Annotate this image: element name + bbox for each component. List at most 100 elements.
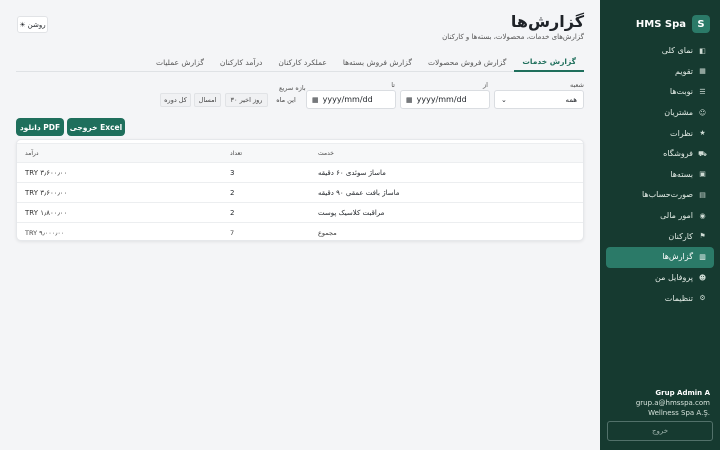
tab-services-report[interactable]: گزارش خدمات <box>514 53 584 72</box>
user-info: Grup Admin A grup.a@hmsspa.com Wellness … <box>608 389 710 417</box>
column-header-count: تعداد <box>222 143 310 163</box>
sidebar-item-label: کارکنان <box>668 231 693 241</box>
cell-service: مراقبت کلاسیک پوست <box>310 202 583 223</box>
from-label: از <box>483 81 488 89</box>
tab-staff-revenue[interactable]: درآمد کارکنان <box>212 53 271 72</box>
to-date-placeholder: yyyy/mm/dd <box>322 95 373 104</box>
table-row: TRY ۱٫۸۰۰٫۰۰ 2 مراقبت کلاسیک پوست <box>17 202 583 223</box>
calendar-icon: ▦ <box>406 95 413 104</box>
download-pdf-button[interactable]: دانلود PDF <box>16 118 64 136</box>
package-icon: ▣ <box>699 170 706 179</box>
branch-select[interactable]: ⌄ همه <box>494 90 584 109</box>
dashboard-icon: ◧ <box>699 46 706 55</box>
tab-operations-report[interactable]: گزارش عملیات <box>148 53 212 72</box>
services-report-table: درآمد تعداد خدمت TRY ۳٫۶۰۰٫۰۰ 3 ماساژ سو… <box>17 143 583 243</box>
logout-button[interactable]: خروج <box>607 421 713 441</box>
total-revenue: TRY ۹٫۰۰۰٫۰۰ <box>25 228 65 237</box>
quick-range-label: بازه سریع <box>279 84 306 92</box>
table-row: TRY ۳٫۶۰۰٫۰۰ 3 ماساژ سوئدی ۶۰ دقیقه <box>17 162 583 183</box>
table-total-row: TRY ۹٫۰۰۰٫۰۰ 7 مجموع <box>17 223 583 243</box>
sidebar-item-label: تنظیمات <box>664 293 693 303</box>
sidebar-item-my-profile[interactable]: ☻ پروفایل من <box>600 268 720 289</box>
export-excel-button[interactable]: خروجی Excel <box>67 118 125 136</box>
from-date-input[interactable]: ▦ yyyy/mm/dd <box>400 90 490 109</box>
sidebar-item-label: نوبت‌ها <box>669 87 693 97</box>
cell-service: ماساژ سوئدی ۶۰ دقیقه <box>310 162 583 183</box>
quick-all-time[interactable]: کل دوره <box>160 93 191 107</box>
sidebar-item-reviews[interactable]: ★ نظرات <box>600 123 720 144</box>
sidebar-item-appointments[interactable]: ☰ نوبت‌ها <box>600 82 720 103</box>
total-label: مجموع <box>318 228 337 237</box>
table-header-row: درآمد تعداد خدمت <box>17 143 583 163</box>
cell-count: 2 <box>222 182 310 203</box>
sidebar-item-label: بسته‌ها <box>670 169 693 179</box>
sidebar-item-label: مشتریان <box>664 108 693 118</box>
tab-product-sales-report[interactable]: گزارش فروش محصولات <box>420 53 514 72</box>
user-company: Wellness Spa A.Ş. <box>648 409 710 417</box>
sidebar-nav: ◧ نمای کلی ▦ تقویم ☰ نوبت‌ها ☺ مشتریان ★ نظرات ⛟ فر… <box>600 41 720 309</box>
sidebar-item-customers[interactable]: ☺ مشتریان <box>600 103 720 124</box>
customers-icon: ☺ <box>698 108 707 117</box>
quick-last-30-days[interactable]: ۳۰ روز اخیر <box>225 93 268 107</box>
sidebar-item-label: پروفایل من <box>655 273 693 283</box>
quick-this-month[interactable]: این ماه <box>271 93 301 107</box>
cell-count: 2 <box>222 202 310 223</box>
cell-revenue: TRY ۳٫۶۰۰٫۰۰ <box>17 182 222 203</box>
user-email: grup.a@hmsspa.com <box>635 399 710 407</box>
sidebar-item-label: فروشگاه <box>663 149 693 159</box>
flag-icon: ⚑ <box>699 232 706 241</box>
table-row: TRY ۳٫۶۰۰٫۰۰ 2 ماساژ بافت عمقی ۹۰ دقیقه <box>17 182 583 203</box>
cart-icon: ⛟ <box>698 149 707 158</box>
report-tabs: گزارش خدمات گزارش فروش محصولات گزارش فرو… <box>16 53 584 72</box>
to-label: تا <box>391 81 395 89</box>
cell-revenue: TRY ۱٫۸۰۰٫۰۰ <box>17 202 222 223</box>
sidebar: S HMS Spa ◧ نمای کلی ▦ تقویم ☰ نوبت‌ها ☺ مشتریا… <box>600 0 720 450</box>
sidebar-item-label: صورت‌حساب‌ها <box>641 190 693 200</box>
cell-revenue: TRY ۳٫۶۰۰٫۰۰ <box>17 162 222 183</box>
sidebar-item-reports[interactable]: ▥ گزارش‌ها <box>606 246 714 268</box>
user-icon: ☻ <box>698 273 707 282</box>
to-date-input[interactable]: ▦ yyyy/mm/dd <box>306 90 396 109</box>
list-icon: ☰ <box>699 87 706 96</box>
theme-label: روشن <box>27 20 46 29</box>
theme-toggle-button[interactable]: ☀ روشن <box>17 16 48 33</box>
sidebar-item-label: نظرات <box>670 128 693 138</box>
tab-package-sales-report[interactable]: گزارش فروش بسته‌ها <box>335 53 420 72</box>
sidebar-item-packages[interactable]: ▣ بسته‌ها <box>600 165 720 186</box>
sidebar-item-staff[interactable]: ⚑ کارکنان <box>600 226 720 247</box>
page-subtitle: گزارش‌های خدمات، محصولات، بسته‌ها و کارک… <box>442 33 584 41</box>
total-count: 7 <box>230 228 235 237</box>
page-title: گزارش‌ها <box>510 12 584 31</box>
user-name: Grup Admin A <box>655 389 710 397</box>
chevron-down-icon: ⌄ <box>501 95 507 104</box>
sidebar-item-finance[interactable]: ◉ امور مالی <box>600 206 720 227</box>
calendar-icon: ▦ <box>699 67 706 76</box>
branch-label: شعبه <box>569 81 584 89</box>
calendar-icon: ▦ <box>312 95 319 104</box>
sidebar-item-calendar[interactable]: ▦ تقویم <box>600 62 720 83</box>
sidebar-item-overview[interactable]: ◧ نمای کلی <box>600 41 720 62</box>
report-table-card: درآمد تعداد خدمت TRY ۳٫۶۰۰٫۰۰ 3 ماساژ سو… <box>16 139 584 241</box>
brand[interactable]: S HMS Spa <box>600 0 720 38</box>
cell-service: ماساژ بافت عمقی ۹۰ دقیقه <box>310 182 583 203</box>
star-icon: ★ <box>699 129 706 138</box>
sidebar-item-shop[interactable]: ⛟ فروشگاه <box>600 144 720 165</box>
from-date-placeholder: yyyy/mm/dd <box>416 95 467 104</box>
sidebar-item-label: امور مالی <box>660 211 693 221</box>
sidebar-item-invoices[interactable]: ▤ صورت‌حساب‌ها <box>600 185 720 206</box>
sidebar-item-label: تقویم <box>675 66 693 76</box>
invoice-icon: ▤ <box>699 190 706 199</box>
brand-name: HMS Spa <box>635 18 686 30</box>
sidebar-item-settings[interactable]: ⚙ تنظیمات <box>600 289 720 310</box>
tab-staff-performance[interactable]: عملکرد کارکنان <box>270 53 334 72</box>
cell-count: 3 <box>222 162 310 183</box>
money-bag-icon: ◉ <box>699 211 706 220</box>
main-content: گزارش‌ها گزارش‌های خدمات، محصولات، بسته‌… <box>0 0 600 450</box>
branch-select-value: همه <box>565 95 578 104</box>
brand-logo: S <box>692 15 710 33</box>
chart-icon: ▥ <box>699 252 706 261</box>
gear-icon: ⚙ <box>699 294 706 303</box>
quick-this-year[interactable]: امسال <box>194 93 221 107</box>
sun-icon: ☀ <box>19 20 26 29</box>
column-header-revenue: درآمد <box>17 143 222 163</box>
